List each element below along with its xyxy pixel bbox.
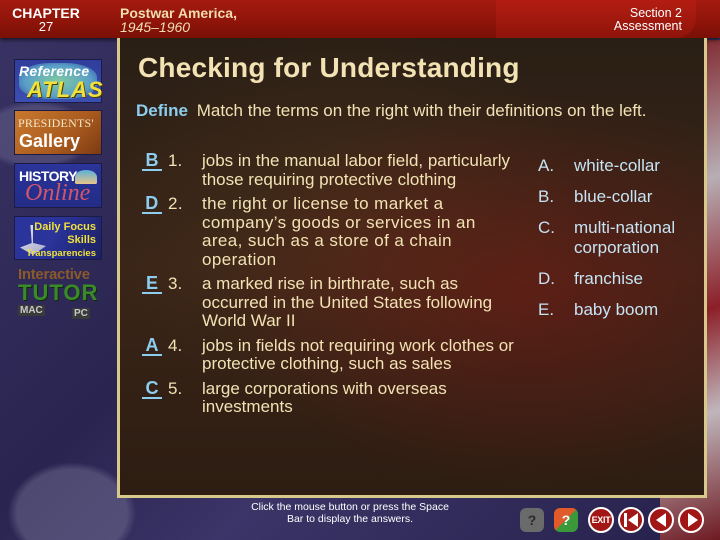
book-title: Postwar America, 1945–1960 — [120, 6, 237, 34]
definition-number: 5. — [168, 378, 183, 398]
instruction: Define Match the terms on the right with… — [136, 100, 681, 122]
answer-blank: B — [142, 151, 162, 171]
mac-help-button[interactable]: ? — [520, 508, 544, 532]
term-item: A. white-collar — [538, 156, 704, 176]
section-type: Assessment — [613, 19, 682, 33]
tutor-label-2: TUTOR — [18, 280, 99, 305]
reference-atlas-button[interactable]: Reference ATLAS — [14, 59, 104, 103]
previous-slide-icon — [656, 513, 666, 527]
term-item: C. multi-national corporation — [538, 218, 704, 258]
definition-number: 3. — [168, 274, 183, 293]
definition-text: jobs in the manual labor field, particul… — [202, 151, 511, 189]
term-item: B. blue-collar — [538, 187, 704, 207]
history-online-button[interactable]: HISTORY Online — [14, 163, 102, 208]
term-text: white-collar — [574, 156, 660, 175]
presidents-gallery-button[interactable]: PRESIDENTS' Gallery — [14, 110, 102, 155]
definition-text: the right or license to market a company… — [202, 194, 476, 269]
answer-blank: E — [142, 274, 162, 294]
footer-hint: Click the mouse button or press the Spac… — [251, 501, 449, 525]
header-bar: CHAPTER 27 Postwar America, 1945–1960 Se… — [0, 0, 720, 38]
term-letter: B. — [538, 187, 555, 206]
book-title-main: Postwar America, — [120, 5, 237, 21]
definition-text: large corporations with overseas investm… — [202, 378, 447, 416]
gallery-label-2: Gallery — [19, 131, 81, 151]
term-item: D. franchise — [538, 269, 704, 289]
next-slide-button[interactable] — [678, 507, 704, 533]
first-slide-icon — [624, 513, 638, 527]
term-letter: A. — [538, 156, 555, 175]
section-label: Section 2 Assessment — [614, 7, 682, 33]
terms-list: A. white-collar B. blue-collar C. multi-… — [538, 156, 704, 331]
mac-help-icon: ? — [527, 512, 537, 528]
instruction-text: Match the terms on the right with their … — [196, 101, 647, 120]
definition-number: 4. — [168, 335, 183, 355]
definitions-list: B 1. jobs in the manual labor field, par… — [140, 151, 520, 423]
exit-button[interactable]: EXIT — [588, 507, 614, 533]
slide-title: Checking for Understanding — [138, 52, 520, 83]
daily-focus-label-3: Transparencies — [26, 248, 96, 259]
term-text: baby boom — [574, 300, 659, 319]
answer-blank: A — [142, 336, 162, 356]
content-panel[interactable]: Checking for Understanding Define Match … — [117, 38, 707, 498]
daily-focus-label-1: Daily Focus — [34, 221, 96, 233]
term-text: franchise — [574, 269, 643, 288]
answer-blank: D — [142, 194, 162, 214]
tutor-mac-button[interactable]: MAC — [18, 305, 45, 316]
exit-icon: EXIT — [591, 515, 611, 525]
definition-text: a marked rise in birthrate, such as occu… — [202, 274, 493, 330]
previous-slide-button[interactable] — [648, 507, 674, 533]
atlas-label-2: ATLAS — [27, 77, 104, 102]
definition-item: A 4. jobs in fields not requiring work c… — [140, 335, 520, 374]
gallery-label-1: PRESIDENTS' — [18, 116, 94, 130]
daily-focus-label: Daily Focus Skills Transparencies — [26, 221, 96, 260]
first-slide-button[interactable] — [618, 507, 644, 533]
pc-help-button[interactable]: ? — [554, 508, 578, 532]
definition-item: C 5. large corporations with overseas in… — [140, 378, 520, 417]
term-text: multi-national corporation — [574, 218, 676, 257]
navigation-bar: ? ? EXIT — [520, 505, 704, 535]
definition-item: D 2. the right or license to market a co… — [140, 194, 520, 269]
interactive-tutor-button[interactable]: Interactive TUTOR MAC PC — [14, 266, 102, 326]
answer-blank: C — [142, 379, 162, 399]
term-text: blue-collar — [574, 187, 653, 206]
next-slide-icon — [687, 513, 698, 527]
term-letter: E. — [538, 300, 555, 319]
definition-number: 1. — [168, 151, 183, 170]
instruction-keyword: Define — [136, 101, 188, 120]
term-letter: D. — [538, 269, 555, 288]
daily-focus-skills-button[interactable]: Daily Focus Skills Transparencies — [14, 216, 102, 260]
book-title-years: 1945–1960 — [120, 19, 191, 35]
definition-item: E 3. a marked rise in birthrate, such as… — [140, 274, 520, 331]
definition-number: 2. — [168, 194, 183, 213]
chapter-number: 27 — [38, 19, 54, 34]
definition-item: B 1. jobs in the manual labor field, par… — [140, 151, 520, 189]
term-item: E. baby boom — [538, 300, 704, 320]
pc-help-icon: ? — [561, 512, 571, 528]
term-letter: C. — [538, 218, 555, 237]
tutor-pc-button[interactable]: PC — [72, 308, 90, 319]
daily-focus-label-2: Skills — [67, 234, 96, 246]
chapter-label: CHAPTER 27 — [10, 6, 82, 34]
definition-text: jobs in fields not requiring work clothe… — [202, 335, 514, 373]
history-label-2: Online — [25, 180, 91, 206]
